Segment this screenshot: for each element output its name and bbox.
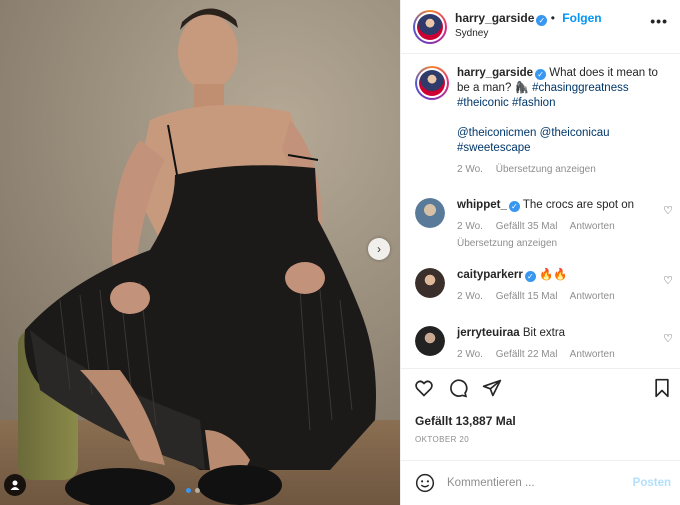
hashtag-link[interactable]: #fashion [512,97,555,109]
comment-button[interactable] [447,377,469,399]
verified-icon: ✓ [524,271,536,282]
commenter-avatar[interactable] [415,326,445,356]
send-icon [482,379,502,397]
comments-list[interactable]: harry_garside ✓ What does it mean to be a… [401,54,680,368]
user-tag-icon [10,480,20,490]
verified-icon: ✓ [535,69,547,80]
emoji-button[interactable] [415,473,435,496]
comment-text: 🔥🔥 [539,269,568,281]
carousel-indicator [186,488,200,493]
comment-age: 2 Wo. [457,349,483,360]
translate-link[interactable]: Übersetzung anzeigen [496,164,596,175]
more-horizontal-icon[interactable]: ••• [650,13,668,29]
comment-likes[interactable]: Gefällt 22 Mal [496,349,558,360]
mention-link[interactable]: @theiconicmen [457,127,536,139]
post-date: OKTOBER 20 [415,435,470,444]
chevron-right-icon: › [377,242,381,256]
comment-heart-icon[interactable]: ♡ [663,332,673,345]
post-comment-button[interactable]: Posten [633,477,671,489]
share-button[interactable] [481,377,503,399]
comment-age: 2 Wo. [457,221,483,232]
caption-username[interactable]: harry_garside [457,67,533,79]
comment-text: The crocs are spot on [522,199,635,211]
post-photo-person [24,8,376,505]
post-actions [401,368,680,404]
like-button[interactable] [413,377,435,399]
author-avatar[interactable] [413,10,447,44]
commenter-avatar[interactable] [415,268,445,298]
carousel-next-button[interactable]: › [368,238,390,260]
post-location[interactable]: Sydney [455,28,488,39]
reply-button[interactable]: Antworten [570,291,615,302]
post-panel: harry_garside ✓ • Folgen Sydney ••• harry… [400,0,680,505]
carousel-dot [186,488,191,493]
author-line: harry_garside ✓ • Folgen [455,11,602,26]
smiley-icon [415,473,435,493]
post-media[interactable]: › [0,0,400,505]
verified-icon: ✓ [508,201,520,212]
mention-link[interactable]: @theiconicau [540,127,610,139]
commenter-avatar[interactable] [415,198,445,228]
comment-username[interactable]: jerryteuiraa [457,327,520,339]
bookmark-icon [655,378,669,398]
comment-username[interactable]: whippet_ [457,199,507,211]
reply-button[interactable]: Antworten [570,349,615,360]
comment-icon [450,379,468,398]
post-header: harry_garside ✓ • Folgen Sydney ••• [401,0,680,54]
comment-composer: Kommentieren ... Posten [401,460,680,505]
verified-icon: ✓ [536,15,548,26]
save-button[interactable] [651,377,673,399]
author-username[interactable]: harry_garside [455,11,534,25]
comment-heart-icon[interactable]: ♡ [663,274,673,287]
carousel-dot [195,488,200,493]
comment-age: 2 Wo. [457,291,483,302]
reply-button[interactable]: Antworten [570,221,615,232]
hashtag-link[interactable]: #theiconic [457,97,509,109]
hashtag-link[interactable]: #chasinggreatness [532,82,629,94]
comment-text: Bit extra [522,327,566,339]
author-avatar[interactable] [415,66,449,100]
comment-username[interactable]: caityparkerr [457,269,523,281]
hashtag-link[interactable]: #sweetescape [457,142,531,154]
comment-input[interactable]: Kommentieren ... [447,477,535,489]
likes-count[interactable]: Gefällt 13,887 Mal [415,414,516,428]
heart-icon [415,380,433,397]
translate-link[interactable]: Übersetzung anzeigen [457,238,557,249]
comment-likes[interactable]: Gefällt 15 Mal [496,291,558,302]
comment-heart-icon[interactable]: ♡ [663,204,673,217]
comment-likes[interactable]: Gefällt 35 Mal [496,221,558,232]
caption-age: 2 Wo. [457,164,483,175]
tagged-users-button[interactable] [4,474,26,496]
follow-button[interactable]: Folgen [562,11,601,25]
